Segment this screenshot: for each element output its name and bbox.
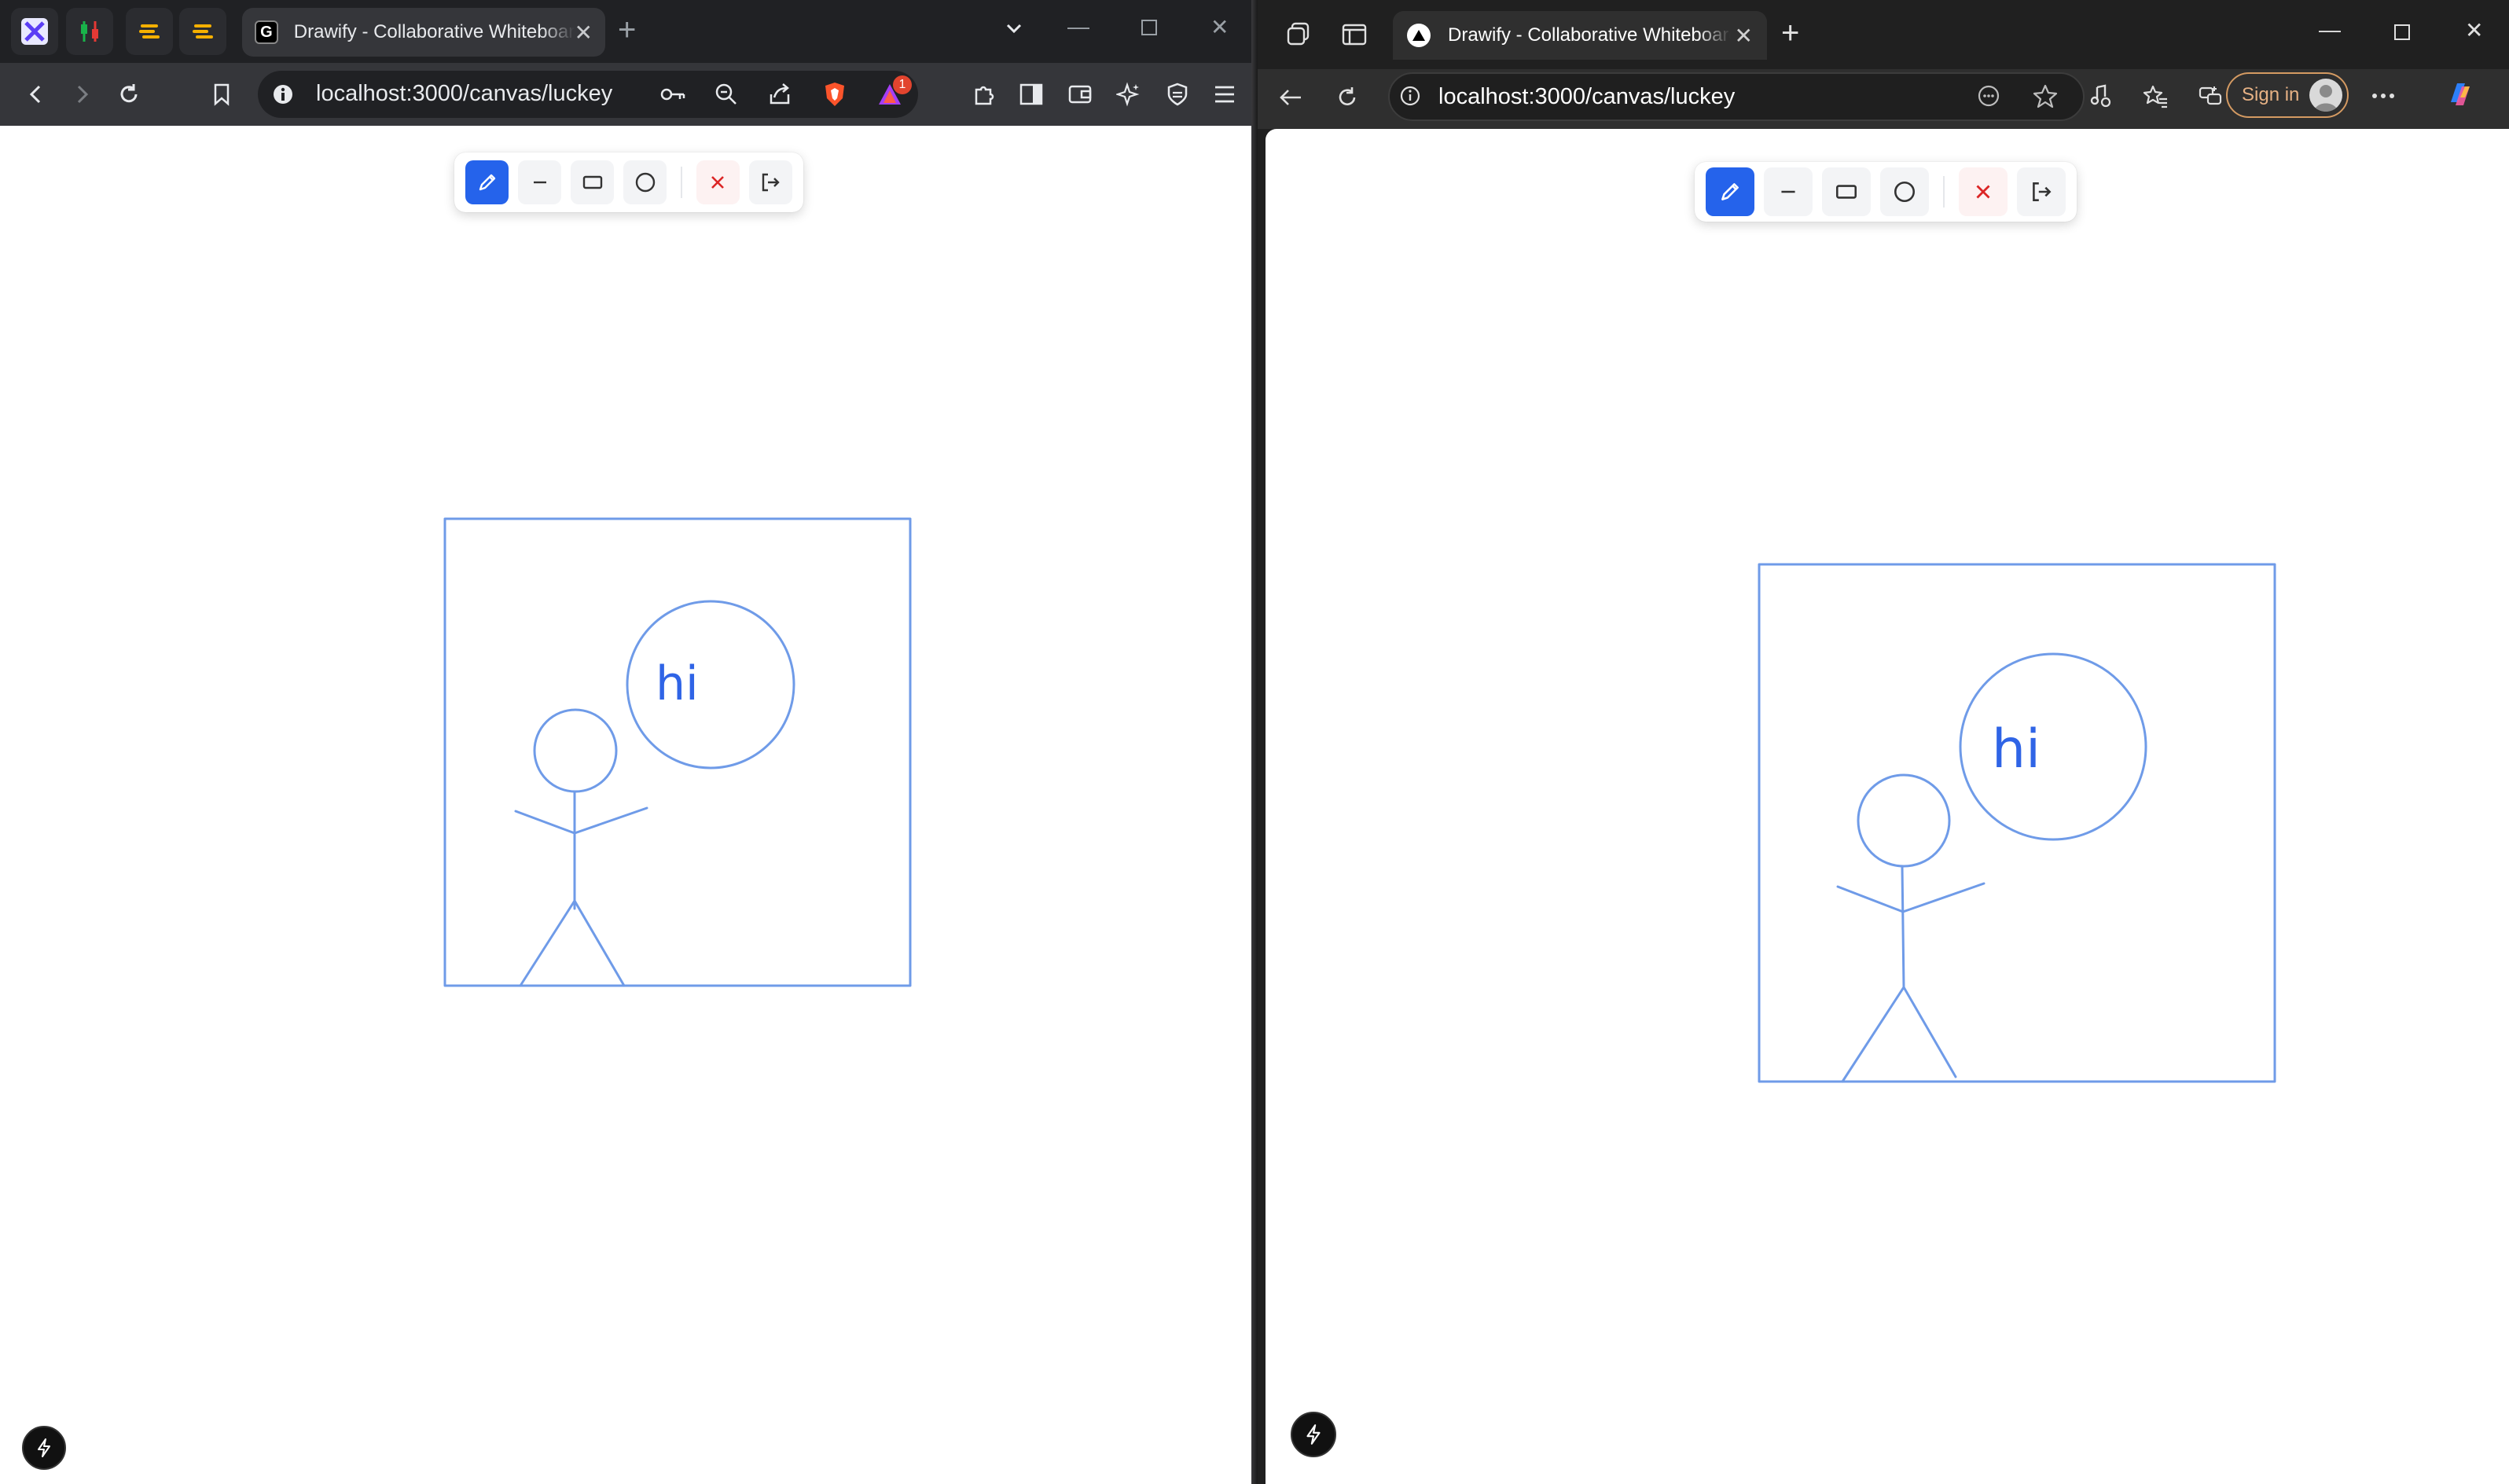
- minimize-icon[interactable]: —: [2319, 17, 2341, 42]
- url-text: localhost:3000/canvas/luckey: [1438, 84, 1736, 109]
- tab-title: Drawify - Collaborative Whiteboard: [293, 21, 575, 42]
- close-tab-icon[interactable]: ✕: [1735, 23, 1753, 49]
- tab-favicon-icon: [1407, 24, 1431, 47]
- tab-title: Drawify - Collaborative Whiteboard: [1448, 24, 1731, 46]
- nextjs-dev-badge[interactable]: [1291, 1412, 1336, 1457]
- pinned-tab-2[interactable]: [179, 8, 226, 55]
- vpn-shield-icon[interactable]: [1160, 77, 1195, 112]
- lightning-icon: [1306, 1424, 1321, 1445]
- drawn-legs-line: [1841, 986, 1957, 1083]
- brave-window: G Drawify - Collaborative Whiteboard ✕ +…: [0, 0, 1258, 1484]
- site-info-icon[interactable]: [266, 77, 300, 112]
- drawn-head-circle: [1857, 773, 1951, 868]
- edge-window: Drawify - Collaborative Whiteboard ✕ + —…: [1258, 0, 2509, 1484]
- page-viewport: hi: [0, 126, 1251, 1484]
- minimize-icon[interactable]: —: [1067, 14, 1089, 39]
- pinned-tab-1[interactable]: [126, 8, 173, 55]
- drawn-body-line: [1901, 865, 1905, 989]
- favorites-icon[interactable]: [2138, 79, 2173, 113]
- drawn-text: hi: [656, 656, 699, 711]
- collections-icon[interactable]: [2193, 79, 2228, 113]
- nextjs-dev-badge[interactable]: [22, 1426, 66, 1470]
- pinned-tab-app[interactable]: [11, 8, 58, 55]
- brave-shields-icon[interactable]: [817, 77, 852, 112]
- back-icon[interactable]: [1273, 80, 1308, 115]
- pinned-tab-trading[interactable]: [66, 8, 113, 55]
- drawn-rectangle: [1758, 563, 2276, 1083]
- site-info-icon[interactable]: [1393, 79, 1427, 113]
- drawn-arms-line: [1836, 882, 1986, 913]
- wallet-icon[interactable]: [1063, 77, 1097, 112]
- drawn-speech-circle: [1959, 652, 2147, 841]
- close-tab-icon[interactable]: ✕: [575, 20, 593, 46]
- sidebar-icon[interactable]: [1014, 77, 1049, 112]
- more-tools-icon[interactable]: [1971, 79, 2006, 113]
- maximize-icon[interactable]: [1140, 17, 1159, 42]
- page-viewport: hi: [1266, 129, 2509, 1484]
- drawn-rectangle: [443, 517, 912, 987]
- read-aloud-icon[interactable]: [2083, 79, 2118, 113]
- settings-more-icon[interactable]: [2366, 79, 2401, 113]
- forward-icon[interactable]: [64, 77, 99, 112]
- drawn-legs-line: [519, 899, 626, 987]
- tab-drawify[interactable]: G Drawify - Collaborative Whiteboard ✕: [242, 8, 605, 57]
- tab-actions-icon[interactable]: [1341, 22, 1368, 51]
- reload-icon[interactable]: [112, 77, 146, 112]
- close-window-icon[interactable]: ✕: [2465, 17, 2483, 43]
- favorite-star-icon[interactable]: [2028, 79, 2063, 113]
- candles-icon: [81, 21, 98, 42]
- url-text: localhost:3000/canvas/luckey: [316, 81, 613, 106]
- copilot-icon[interactable]: [2443, 77, 2478, 112]
- pinned-logo-icon: [139, 24, 160, 39]
- tab-favicon: G: [255, 20, 278, 44]
- drawn-speech-circle: [626, 600, 795, 770]
- tab-drawify[interactable]: Drawify - Collaborative Whiteboard ✕: [1393, 11, 1767, 60]
- pinned-logo-icon: [193, 24, 213, 39]
- back-icon[interactable]: [19, 77, 53, 112]
- drawn-head-circle: [533, 708, 618, 793]
- tab-list-chevron-icon[interactable]: [1003, 17, 1025, 45]
- drawn-arms-line: [514, 806, 648, 835]
- new-tab-icon[interactable]: +: [618, 14, 636, 46]
- new-tab-icon[interactable]: +: [1781, 17, 1799, 49]
- menu-icon[interactable]: [1207, 77, 1242, 112]
- maximize-icon[interactable]: [2393, 22, 2412, 47]
- sign-in-label: Sign in: [2242, 84, 2300, 105]
- drawing-canvas[interactable]: hi: [0, 126, 1251, 1484]
- drawn-text: hi: [1992, 718, 2041, 781]
- notification-badge: 1: [893, 75, 912, 94]
- share-icon[interactable]: [762, 77, 797, 112]
- tab-bar: G Drawify - Collaborative Whiteboard ✕ +…: [0, 0, 1258, 63]
- drawing-canvas[interactable]: hi: [1266, 129, 2509, 1484]
- close-window-icon[interactable]: ✕: [1210, 14, 1229, 40]
- leo-ai-icon[interactable]: [1111, 77, 1146, 112]
- reload-icon[interactable]: [1330, 80, 1365, 115]
- bookmark-icon[interactable]: [204, 77, 239, 112]
- workspaces-icon[interactable]: [1284, 20, 1313, 53]
- password-key-icon[interactable]: [656, 77, 690, 112]
- zoom-out-icon[interactable]: [709, 77, 744, 112]
- app-logo-icon: [21, 18, 48, 45]
- sign-in-button[interactable]: Sign in: [2226, 72, 2349, 118]
- lightning-icon: [38, 1438, 50, 1457]
- extensions-icon[interactable]: [967, 77, 1001, 112]
- tab-bar: Drawify - Collaborative Whiteboard ✕ + —…: [1258, 0, 2509, 69]
- avatar-icon: [2309, 79, 2342, 112]
